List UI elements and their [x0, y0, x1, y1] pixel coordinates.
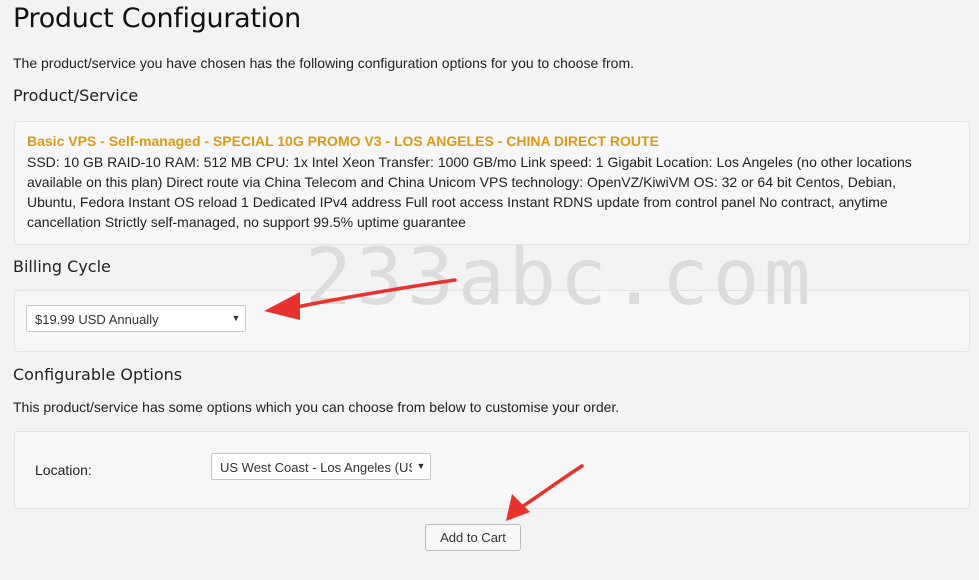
billing-section-title: Billing Cycle: [13, 257, 111, 276]
product-name: Basic VPS - Self-managed - SPECIAL 10G P…: [27, 133, 659, 149]
add-to-cart-button[interactable]: Add to Cart: [425, 524, 521, 551]
billing-cycle-select[interactable]: $19.99 USD Annually ▼: [26, 305, 246, 332]
caret-down-icon: ▼: [227, 306, 245, 331]
product-description: SSD: 10 GB RAID-10 RAM: 512 MB CPU: 1x I…: [27, 154, 912, 230]
location-value: US West Coast - Los Angeles (USA): [220, 460, 431, 475]
billing-panel: $19.99 USD Annually ▼: [14, 290, 970, 352]
options-section-title: Configurable Options: [13, 365, 183, 384]
options-intro-text: This product/service has some options wh…: [13, 399, 620, 415]
page-title: Product Configuration: [13, 3, 301, 34]
product-section-title: Product/Service: [13, 86, 139, 105]
product-panel: Basic VPS - Self-managed - SPECIAL 10G P…: [14, 121, 970, 245]
intro-text: The product/service you have chosen has …: [13, 55, 635, 71]
location-label: Location:: [35, 462, 92, 478]
options-panel: Location: US West Coast - Los Angeles (U…: [14, 431, 970, 509]
location-select[interactable]: US West Coast - Los Angeles (USA) ▼: [211, 453, 431, 480]
billing-cycle-value: $19.99 USD Annually: [35, 312, 159, 327]
caret-down-icon: ▼: [412, 454, 430, 479]
